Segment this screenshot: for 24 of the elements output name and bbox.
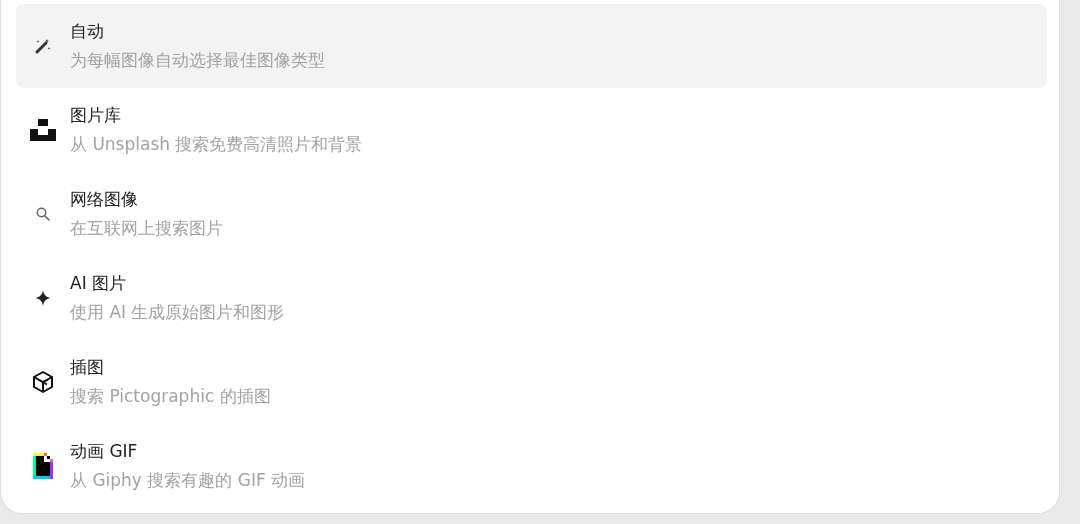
menu-item[interactable]: AI 图片 使用 AI 生成原始图片和图形 [16,256,1047,340]
menu-item[interactable]: 图片库 从 Unsplash 搜索免费高清照片和背景 [16,88,1047,172]
menu-item[interactable]: 插图 搜索 Pictographic 的插图 [16,340,1047,424]
item-description: 在互联网上搜索图片 [70,217,223,240]
search-icon [36,207,50,221]
menu-item[interactable]: 网络图像 在互联网上搜索图片 [16,172,1047,256]
menu-item[interactable]: 动画 GIF 从 Giphy 搜索有趣的 GIF 动画 [16,424,1047,508]
item-title: 动画 GIF [70,440,139,463]
item-description: 为每幅图像自动选择最佳图像类型 [70,49,325,72]
item-description: 使用 AI 生成原始图片和图形 [70,301,285,324]
item-title: 自动 [70,20,105,43]
cube-icon [31,370,55,394]
menu-item[interactable]: 自动 为每幅图像自动选择最佳图像类型 [16,4,1047,88]
item-description: 搜索 Pictographic 的插图 [70,385,271,408]
giphy-logo-icon [33,453,53,479]
item-title: 网络图像 [70,188,139,211]
unsplash-logo-icon [30,119,56,141]
item-title: 图片库 [70,104,122,127]
sparkle-icon [35,290,51,306]
item-title: AI 图片 [70,272,128,295]
item-description: 从 Giphy 搜索有趣的 GIF 动画 [70,469,306,492]
magic-wand-icon [34,37,52,55]
item-description: 从 Unsplash 搜索免费高清照片和背景 [70,133,363,156]
item-title: 插图 [70,356,105,379]
